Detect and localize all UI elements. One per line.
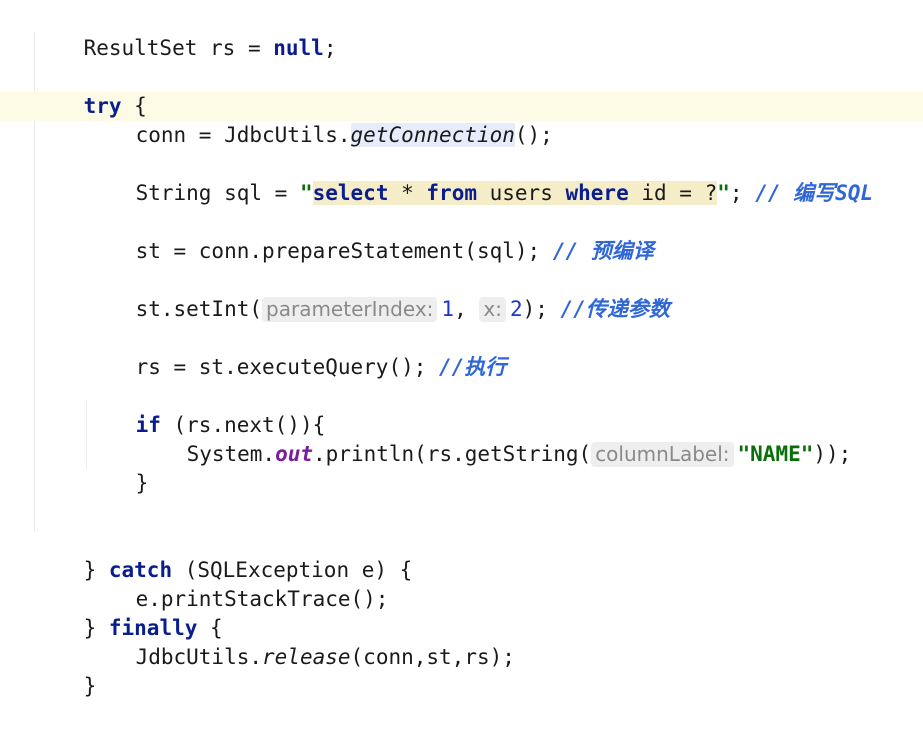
code-line-catch[interactable]: } catch (SQLException e) { [33,527,413,582]
string-quote: " [717,181,730,205]
sql-keyword-select: select [312,181,389,205]
static-field-out: out [275,442,314,466]
code-text: ; [729,181,756,205]
code-line-sql-string[interactable]: String sql = "select * from users where … [85,150,873,205]
code-line-try[interactable]: try { [33,63,147,118]
param-hint-column-label: columnLabel: [591,442,734,467]
code-line-release[interactable]: JdbcUtils.release(conn,st,rs); [85,614,515,669]
code-text: } [135,471,149,495]
code-line-1[interactable]: ResultSet rs = null; [33,5,337,60]
comment: //执行 [439,355,507,379]
code-editor[interactable]: ResultSet rs = null; try { conn = JdbcUt… [0,0,923,717]
code-text: } [83,674,97,698]
code-text: ); [522,297,561,321]
sql-text: id = ? [628,181,718,205]
code-text: st = conn.prepareStatement(sql); [135,239,553,263]
method-get-connection: getConnection [350,123,515,147]
param-hint-parameter-index: parameterIndex: [262,297,438,322]
number-literal: 2 [509,297,523,321]
code-text: ; [323,36,337,60]
sql-keyword-from: from [426,181,477,205]
code-text: String sql = [135,181,300,205]
code-text: (); [514,123,553,147]
code-line-close-block[interactable]: } [33,643,97,698]
code-line-finally[interactable]: } finally { [33,585,223,640]
code-line-set-int[interactable]: st.setInt(parameterIndex: 1, x: 2); //传递参数 [85,266,670,322]
code-line-println[interactable]: System.out.println(rs.getString(columnLa… [136,411,851,467]
code-line-print-stack-trace[interactable]: e.printStackTrace(); [85,556,389,611]
code-text: .println(rs.getString( [313,442,592,466]
code-text: rs = [197,36,274,60]
keyword-null: null [273,36,324,60]
sql-keyword-where: where [565,181,629,205]
code-line-if[interactable]: if (rs.next()){ [85,382,326,437]
code-text: JdbcUtils. [135,645,263,669]
sql-text: users [476,181,566,205]
number-literal: 1 [441,297,455,321]
comment: // 编写SQL [755,181,874,205]
static-method-release: release [262,645,351,669]
comment: // 预编译 [552,239,654,263]
code-text: , [454,297,480,321]
sql-text: * [388,181,427,205]
code-line-get-connection[interactable]: conn = JdbcUtils.getConnection(); [85,92,553,147]
code-line-prepare[interactable]: st = conn.prepareStatement(sql); // 预编译 [85,208,654,263]
code-line-close-if[interactable]: } [85,440,149,495]
code-text: (conn,st,rs); [350,645,515,669]
code-text: rs = st.executeQuery(); [135,355,440,379]
comment: //传递参数 [560,297,670,321]
string-quote: " [299,181,313,205]
code-line-execute-query[interactable]: rs = st.executeQuery(); //执行 [85,324,507,379]
code-text: )); [813,442,852,466]
param-hint-x: x: [479,297,506,322]
type-name: ResultSet [83,36,198,60]
sql-injected-fragment: select * from users where id = ? [312,181,718,205]
code-text: System. [186,442,276,466]
string-literal: "NAME" [737,442,814,466]
code-text: st.setInt( [135,297,263,321]
code-text: conn = JdbcUtils. [135,123,351,147]
